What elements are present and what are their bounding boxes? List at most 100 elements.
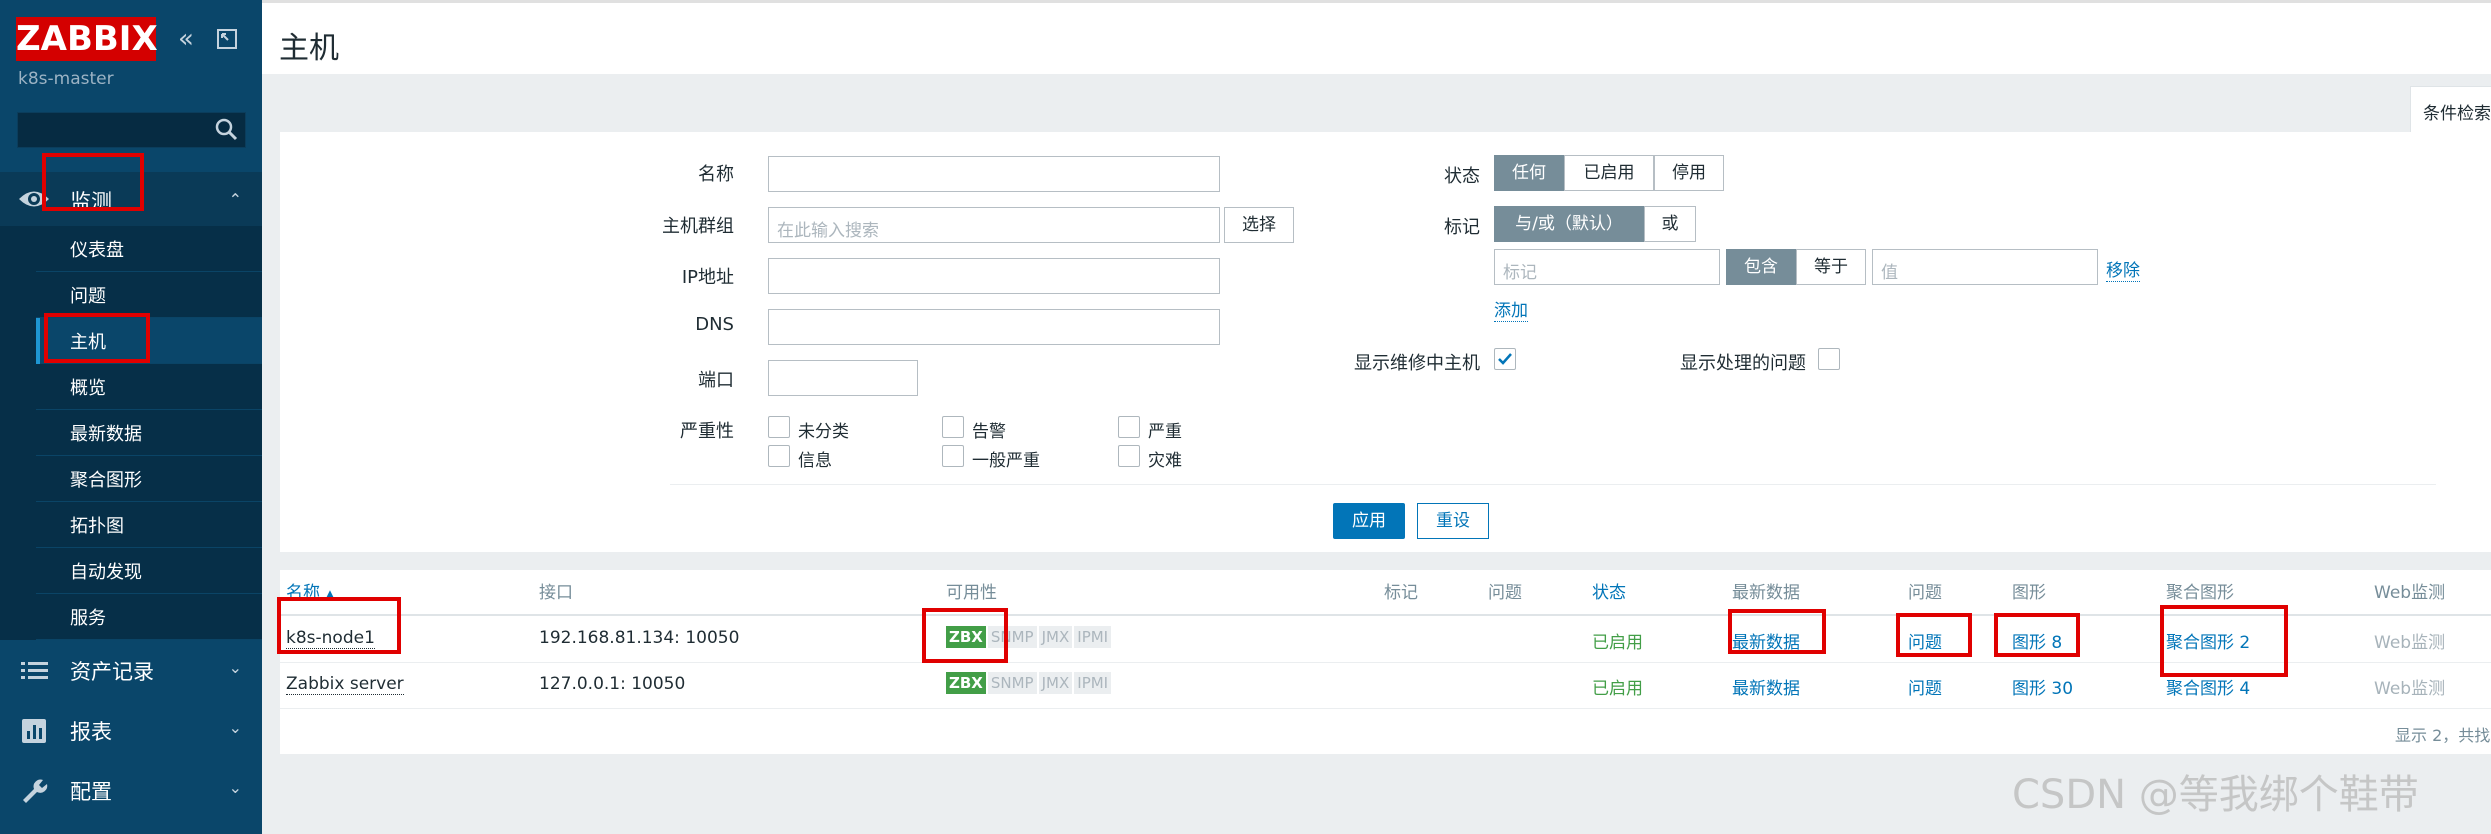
column-header-web: Web监测	[2374, 583, 2446, 603]
port-input[interactable]	[768, 360, 918, 396]
reset-button[interactable]: 重设	[1417, 503, 1489, 539]
column-header-screens: 聚合图形	[2166, 583, 2234, 603]
page-header: 主机	[262, 0, 2491, 74]
status-enabled-option[interactable]: 已启用	[1564, 155, 1654, 191]
annotation-box	[1994, 613, 2080, 657]
tag-name-input[interactable]: 标记	[1494, 249, 1720, 285]
severity-label: 严重性	[680, 421, 734, 442]
dns-input[interactable]	[768, 309, 1220, 345]
status-disabled-option[interactable]: 停用	[1654, 155, 1724, 191]
tag-mode-and-or-option[interactable]: 与/或（默认）	[1494, 206, 1644, 242]
column-header-problems: 问题	[1488, 583, 1522, 603]
tag-mode-or-option[interactable]: 或	[1644, 206, 1696, 242]
submenu-label: 自动发现	[70, 562, 142, 583]
tags-label: 标记	[1444, 217, 1480, 238]
severity-not-classified-checkbox[interactable]	[768, 416, 790, 438]
menu-inventory[interactable]: 资产记录 ⌄	[0, 640, 262, 700]
report-icon	[22, 719, 46, 743]
screens-link[interactable]: 聚合图形 4	[2166, 674, 2250, 699]
name-label: 名称	[698, 164, 734, 185]
severity-option-label: 一般严重	[972, 451, 1040, 471]
column-header-problems-link: 问题	[1908, 583, 1942, 603]
host-name-text: Zabbix server	[286, 674, 404, 695]
host-name-link[interactable]: Zabbix server	[286, 674, 404, 695]
sidebar: ZABBIX « k8s-master 监测 ⌃ 仪表盘 问题 主机 概览 最新…	[0, 0, 262, 834]
status-label: 状态	[1444, 166, 1480, 187]
ipmi-badge: IPMI	[1074, 672, 1112, 694]
filter-panel: 名称 主机群组 在此输入搜索 选择 IP地址 DNS 端口 严重性 未分类 告警…	[280, 132, 2491, 552]
graphs-link[interactable]: 图形 30	[2012, 674, 2073, 699]
submenu-item-maps[interactable]: 拓扑图	[36, 502, 262, 548]
annotation-box	[44, 313, 150, 363]
select-button[interactable]: 选择	[1224, 207, 1294, 243]
annotation-box	[277, 597, 401, 654]
zabbix-logo[interactable]: ZABBIX	[16, 17, 158, 61]
host-group-label: 主机群组	[662, 216, 734, 237]
submenu-label: 聚合图形	[70, 470, 142, 491]
show-maintenance-checkbox[interactable]	[1494, 348, 1516, 370]
availability-badges: ZBX SNMP JMX IPMI	[946, 672, 1113, 694]
zbx-badge: ZBX	[946, 672, 986, 694]
submenu-item-latest-data[interactable]: 最新数据	[36, 410, 262, 456]
menu-configuration-label: 配置	[70, 780, 112, 804]
status-any-option[interactable]: 任何	[1494, 155, 1564, 191]
severity-warning-checkbox[interactable]	[942, 416, 964, 438]
submenu-item-screens[interactable]: 聚合图形	[36, 456, 262, 502]
show-suppressed-checkbox[interactable]	[1818, 348, 1840, 370]
tag-operator-contains-option[interactable]: 包含	[1726, 249, 1796, 285]
menu-reports[interactable]: 报表 ⌄	[0, 700, 262, 760]
severity-option-label: 严重	[1148, 422, 1182, 442]
submenu-item-problems[interactable]: 问题	[36, 272, 262, 318]
list-icon	[21, 662, 48, 679]
submenu-item-overview[interactable]: 概览	[36, 364, 262, 410]
search-icon[interactable]	[213, 116, 239, 142]
annotation-box	[1728, 609, 1826, 654]
severity-disaster-checkbox[interactable]	[1118, 445, 1140, 467]
host-group-input[interactable]: 在此输入搜索	[768, 207, 1220, 243]
page-title: 主机	[279, 31, 339, 66]
kiosk-mode-icon[interactable]	[216, 28, 238, 50]
status-toggle[interactable]: 已启用	[1592, 628, 1643, 653]
annotation-box	[1896, 613, 1972, 657]
sidebar-search-input[interactable]	[17, 112, 246, 148]
submenu-label: 概览	[70, 378, 106, 399]
submenu-item-dashboard[interactable]: 仪表盘	[36, 226, 262, 272]
interface-cell: 192.168.81.134: 10050	[539, 628, 740, 648]
name-input[interactable]	[768, 156, 1220, 192]
web-link: Web监测	[2374, 633, 2446, 653]
jmx-badge: JMX	[1038, 672, 1073, 694]
monitoring-submenu: 仪表盘 问题 主机 概览 最新数据 聚合图形 拓扑图 自动发现 服务	[0, 226, 262, 640]
severity-information-checkbox[interactable]	[768, 445, 790, 467]
tab-filter[interactable]: 条件检索	[2410, 86, 2491, 132]
status-toggle[interactable]: 已启用	[1592, 674, 1643, 699]
annotation-box	[42, 153, 144, 211]
tag-operator-equals-option[interactable]: 等于	[1796, 249, 1866, 285]
chevron-down-icon: ⌄	[228, 778, 242, 797]
problems-link[interactable]: 问题	[1908, 674, 1942, 699]
collapse-sidebar-icon[interactable]: «	[178, 24, 194, 54]
chevron-down-icon: ⌄	[228, 658, 242, 677]
severity-option-label: 灾难	[1148, 451, 1182, 471]
tag-value-input[interactable]: 值	[1872, 249, 2098, 285]
column-header-status[interactable]: 状态	[1592, 578, 1626, 603]
tab-filter-label: 条件检索	[2423, 104, 2491, 124]
submenu-item-services[interactable]: 服务	[36, 594, 262, 640]
severity-average-checkbox[interactable]	[942, 445, 964, 467]
remove-tag-link[interactable]: 移除	[2106, 256, 2140, 282]
column-header-availability: 可用性	[946, 583, 997, 603]
apply-button[interactable]: 应用	[1333, 503, 1405, 539]
menu-configuration[interactable]: 配置 ⌄	[0, 760, 262, 820]
ip-input[interactable]	[768, 258, 1220, 294]
severity-high-checkbox[interactable]	[1118, 416, 1140, 438]
latest-data-link[interactable]: 最新数据	[1732, 674, 1800, 699]
severity-option-label: 告警	[972, 422, 1006, 442]
dns-label: DNS	[695, 314, 734, 335]
chevron-down-icon: ⌄	[228, 718, 242, 737]
show-suppressed-label: 显示处理的问题	[1680, 353, 1806, 374]
interface-cell: 127.0.0.1: 10050	[539, 674, 686, 694]
submenu-item-discovery[interactable]: 自动发现	[36, 548, 262, 594]
submenu-label: 最新数据	[70, 424, 142, 445]
column-header-graphs: 图形	[2012, 583, 2046, 603]
add-tag-link[interactable]: 添加	[1494, 296, 1528, 322]
results-count: 显示 2，共找	[2395, 726, 2491, 745]
